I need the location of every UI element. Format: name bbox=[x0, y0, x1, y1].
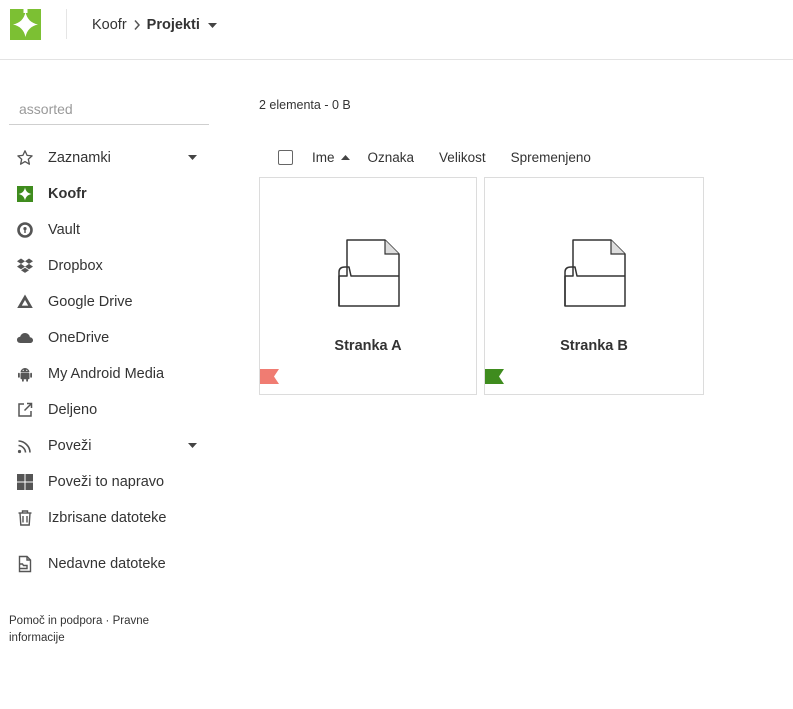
sidebar-item-koofr[interactable]: Koofr bbox=[0, 176, 210, 212]
sidebar-item-dropbox[interactable]: Dropbox bbox=[0, 248, 210, 284]
folder-summary: 2 elementa - 0 B bbox=[259, 98, 351, 112]
sort-bar: Ime Oznaka Velikost Spremenjeno bbox=[278, 147, 616, 167]
sidebar-item-label: Poveži bbox=[48, 438, 92, 454]
select-all-checkbox[interactable] bbox=[278, 149, 293, 165]
sort-name-label: Ime bbox=[312, 149, 335, 165]
sidebar-item-label: Zaznamki bbox=[48, 150, 111, 166]
folder-card[interactable]: Stranka A bbox=[259, 177, 477, 395]
trash-icon bbox=[16, 509, 34, 527]
breadcrumb-current: Projekti bbox=[146, 17, 200, 33]
sort-by-tag[interactable]: Oznaka bbox=[368, 150, 415, 165]
external-link-icon bbox=[16, 401, 34, 419]
sidebar-item-onedrive[interactable]: OneDrive bbox=[0, 320, 210, 356]
sidebar-footer: Pomoč in podpora · Pravne informacije bbox=[9, 613, 189, 647]
vault-icon bbox=[16, 221, 34, 239]
dropbox-icon bbox=[16, 257, 34, 275]
sort-by-size[interactable]: Velikost bbox=[439, 150, 486, 165]
sidebar-item-label: Google Drive bbox=[48, 294, 133, 310]
tag-flag-icon bbox=[485, 369, 504, 384]
android-icon bbox=[16, 365, 34, 383]
star-icon bbox=[16, 149, 34, 167]
sidebar-item-zaznamki[interactable]: Zaznamki bbox=[0, 140, 210, 176]
sidebar-item-label: Poveži to napravo bbox=[48, 474, 165, 490]
koofr-logo-icon[interactable] bbox=[10, 9, 41, 40]
tag-flag-icon bbox=[260, 369, 279, 384]
chevron-right-icon bbox=[133, 19, 141, 31]
sidebar-item-label: Dropbox bbox=[48, 258, 103, 274]
folder-name: Stranka A bbox=[334, 338, 402, 354]
sidebar-item-android-media[interactable]: My Android Media bbox=[0, 356, 210, 392]
sidebar-item-label: Deljeno bbox=[48, 402, 98, 418]
search-input[interactable] bbox=[9, 93, 209, 125]
caret-down-icon[interactable] bbox=[188, 443, 197, 448]
sidebar-item-label: Vault bbox=[48, 222, 80, 238]
caret-down-icon[interactable] bbox=[207, 22, 217, 28]
sidebar-item-google-drive[interactable]: Google Drive bbox=[0, 284, 210, 320]
caret-up-icon bbox=[340, 154, 350, 160]
sidebar-item-label: My Android Media bbox=[48, 366, 165, 382]
header-divider bbox=[66, 9, 67, 39]
sidebar-item-deljeno[interactable]: Deljeno bbox=[0, 392, 210, 428]
breadcrumb-root[interactable]: Koofr bbox=[92, 17, 127, 33]
sidebar-item-label: OneDrive bbox=[48, 330, 110, 346]
sidebar-item-label: Koofr bbox=[48, 186, 87, 202]
breadcrumb: Koofr Projekti bbox=[92, 15, 217, 35]
koofr-logo-icon bbox=[16, 185, 34, 203]
windows-icon bbox=[16, 473, 34, 491]
footer-separator: · bbox=[105, 615, 110, 627]
recent-files-icon bbox=[16, 555, 34, 573]
caret-down-icon[interactable] bbox=[188, 155, 197, 160]
folder-name: Stranka B bbox=[560, 338, 628, 354]
rss-icon bbox=[16, 437, 34, 455]
sidebar-item-vault[interactable]: Vault bbox=[0, 212, 210, 248]
sidebar-item-trash[interactable]: Izbrisane datoteke bbox=[0, 500, 210, 536]
sidebar-item-recent-files[interactable]: Nedavne datoteke bbox=[0, 546, 210, 582]
sidebar-item-label: Izbrisane datoteke bbox=[48, 510, 167, 526]
sidebar-item-label: Nedavne datoteke bbox=[48, 556, 166, 572]
sidebar-item-povezi[interactable]: Poveži bbox=[0, 428, 210, 464]
sidebar-item-connect-device[interactable]: Poveži to napravo bbox=[0, 464, 210, 500]
google-drive-icon bbox=[16, 293, 34, 311]
help-link[interactable]: Pomoč in podpora bbox=[9, 615, 102, 627]
cloud-icon bbox=[16, 329, 34, 347]
sort-by-name[interactable]: Ime bbox=[312, 150, 350, 165]
folder-file-icon bbox=[564, 239, 626, 307]
folder-card[interactable]: Stranka B bbox=[484, 177, 704, 395]
sort-by-modified[interactable]: Spremenjeno bbox=[511, 150, 591, 165]
folder-file-icon bbox=[338, 239, 400, 307]
top-bar: Koofr Projekti bbox=[0, 0, 793, 60]
